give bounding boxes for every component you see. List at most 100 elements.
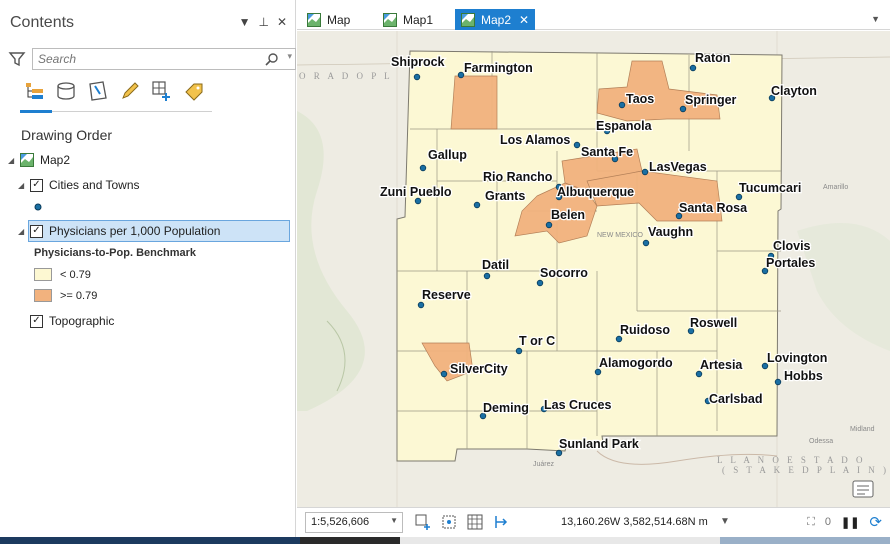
city-point-zuni-pueblo[interactable] [414, 197, 422, 205]
city-point-farmington[interactable] [457, 71, 465, 79]
city-point-reserve[interactable] [417, 301, 425, 309]
city-point-hobbs[interactable] [774, 378, 782, 386]
basemap-label-midland: Midland [850, 426, 875, 433]
refresh-icon[interactable]: ⟳ [869, 513, 882, 531]
contents-pane: Contents ▼ ⊥ ✕ ▾ [0, 0, 296, 537]
city-point-springer[interactable] [679, 105, 687, 113]
city-point-raton[interactable] [689, 64, 697, 72]
scale-value: 1:5,526,606 [311, 516, 370, 528]
full-extent-icon[interactable] [441, 514, 457, 530]
status-right-controls: ⛶ 0 ❚❚ ⟳ [807, 513, 882, 531]
close-tab-icon[interactable]: ✕ [519, 13, 529, 27]
list-by-source-icon[interactable] [54, 78, 78, 104]
list-by-labeling-icon[interactable] [182, 78, 206, 104]
arcgis-pro-window: Contents ▼ ⊥ ✕ ▾ [0, 0, 890, 544]
search-options-dropdown[interactable]: ▾ [287, 51, 292, 62]
search-icon[interactable] [265, 52, 279, 66]
toc-cities-row[interactable]: ◢ ✓ Cities and Towns [18, 176, 140, 194]
list-by-drawing-order-icon[interactable] [22, 78, 46, 104]
city-label-santa-rosa: Santa Rosa [679, 201, 748, 215]
city-point-grants[interactable] [473, 201, 481, 209]
map-canvas[interactable]: O R A D O P L L L A N O E S T A D O ( S … [297, 31, 890, 507]
physicians-visibility-checkbox[interactable]: ✓ [30, 224, 43, 238]
toc-map-label: Map2 [40, 153, 71, 167]
topographic-visibility-checkbox[interactable]: ✓ [30, 314, 43, 328]
fixed-zoom-icon[interactable] [415, 514, 431, 530]
city-point-tucumcari[interactable] [735, 193, 743, 201]
legend-row-low[interactable]: < 0.79 [34, 268, 91, 281]
toc-cities-label: Cities and Towns [49, 178, 140, 192]
contents-view-toolbar [22, 78, 206, 104]
city-label-farmington: Farmington [464, 61, 533, 75]
taskbar-strip [0, 537, 890, 544]
city-point-ruidoso[interactable] [615, 335, 623, 343]
toc-topographic-row[interactable]: ✓ Topographic [30, 312, 114, 330]
legend-label-low: < 0.79 [60, 268, 91, 281]
grid-icon[interactable] [467, 514, 483, 530]
city-label-raton: Raton [695, 51, 730, 65]
pause-drawing-icon[interactable]: ❚❚ [841, 516, 859, 529]
pin-icon[interactable]: ⊥ [258, 15, 268, 29]
selected-features-icon[interactable]: ⛶ [807, 516, 815, 529]
pane-menu-icon[interactable]: ▼ [239, 15, 251, 29]
list-by-snapping-icon[interactable] [150, 78, 174, 104]
city-point-alamogordo[interactable] [594, 368, 602, 376]
city-point-shiprock[interactable] [413, 73, 421, 81]
city-point-gallup[interactable] [419, 164, 427, 172]
basemap-label-colorado: O R A D O P L [299, 71, 393, 81]
tab-list-dropdown-icon[interactable]: ▼ [871, 14, 880, 24]
city-point-lasvegas[interactable] [641, 168, 649, 176]
collapse-triangle-icon[interactable]: ◢ [8, 156, 20, 165]
map-tips-icon[interactable] [852, 480, 874, 498]
city-label-silvercity: SilverCity [450, 362, 508, 376]
search-input[interactable] [33, 49, 253, 69]
toc-map-row[interactable]: ◢ Map2 [8, 151, 70, 169]
city-label-taos: Taos [626, 92, 654, 106]
collapse-triangle-icon[interactable]: ◢ [18, 181, 30, 190]
city-label-lovington: Lovington [767, 351, 827, 365]
city-label-albuquerque: Albuquerque [557, 185, 634, 199]
map-view[interactable]: O R A D O P L L L A N O E S T A D O ( S … [297, 31, 890, 507]
legend-row-high[interactable]: >= 0.79 [34, 289, 97, 302]
city-label-los-alamos: Los Alamos [500, 133, 570, 147]
basemap-label-staked: ( S T A K E D P L A I N ) [722, 465, 889, 475]
collapse-triangle-icon[interactable]: ◢ [18, 227, 30, 236]
city-point-sunland-park[interactable] [555, 449, 563, 457]
city-point-taos[interactable] [618, 101, 626, 109]
tab-map-label: Map [327, 12, 351, 27]
city-label-carlsbad: Carlsbad [709, 392, 763, 406]
map-icon [461, 12, 475, 27]
city-point-artesia[interactable] [695, 370, 703, 378]
list-by-selection-icon[interactable] [86, 78, 110, 104]
map-tab-bar: Map Map1 Map2 ✕ ▼ [297, 0, 890, 30]
scale-selector[interactable]: 1:5,526,606 ▼ [305, 512, 403, 533]
scale-dropdown-icon[interactable]: ▼ [390, 516, 398, 525]
search-box: ▾ [32, 48, 296, 70]
city-point-datil[interactable] [483, 272, 491, 280]
city-label-zuni-pueblo: Zuni Pueblo [380, 185, 452, 199]
city-point-socorro[interactable] [536, 279, 544, 287]
city-point-belen[interactable] [545, 221, 553, 229]
toc-physicians-label: Physicians per 1,000 Population [49, 224, 221, 238]
close-pane-icon[interactable]: ✕ [277, 15, 287, 29]
city-label-roswell: Roswell [690, 316, 737, 330]
city-point-silvercity[interactable] [440, 370, 448, 378]
city-label-t-or-c: T or C [519, 334, 555, 348]
map-icon [383, 12, 397, 27]
map-status-bar: 1:5,526,606 ▼ 13,160.26W 3,582,514.68N m… [297, 507, 890, 537]
cities-visibility-checkbox[interactable]: ✓ [30, 178, 43, 192]
toc-physicians-row[interactable]: ◢ ✓ Physicians per 1,000 Population [18, 222, 220, 240]
tab-map2[interactable]: Map2 ✕ [455, 9, 536, 30]
city-point-los-alamos[interactable] [573, 141, 581, 149]
city-point-vaughn[interactable] [642, 239, 650, 247]
city-label-santa-fe: Santa Fe [581, 145, 633, 159]
basemap-label-amarillo: Amarillo [823, 184, 848, 191]
tab-map1[interactable]: Map1 [377, 9, 439, 30]
tab-map[interactable]: Map [301, 9, 356, 30]
filter-icon[interactable] [8, 50, 26, 68]
coordinate-format-dropdown-icon[interactable]: ▼ [720, 516, 730, 527]
list-by-editing-icon[interactable] [118, 78, 142, 104]
navigation-icon[interactable] [493, 514, 509, 530]
map-icon [307, 12, 321, 27]
city-point-t-or-c[interactable] [515, 347, 523, 355]
